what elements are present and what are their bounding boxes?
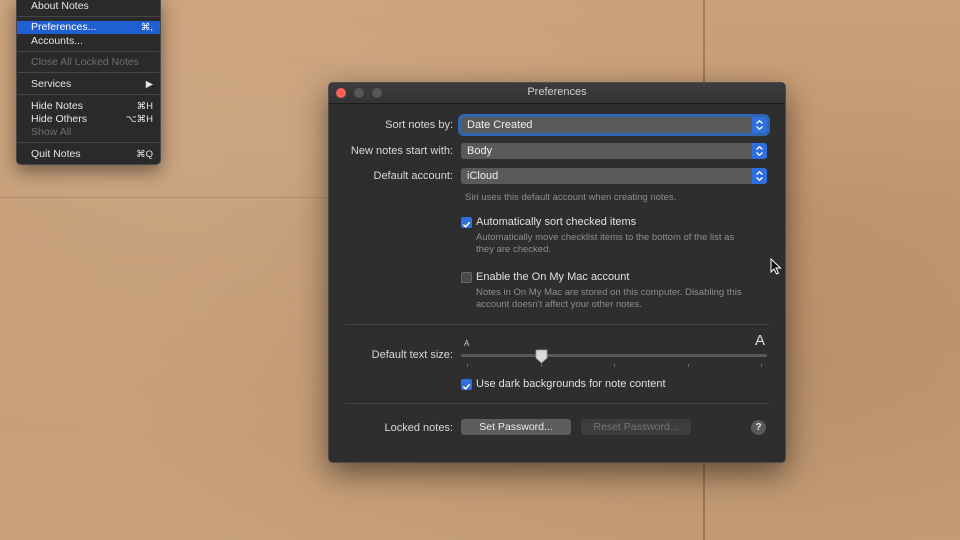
menu-item-quit-notes[interactable]: Quit Notes ⌘Q <box>17 148 160 161</box>
text-size-slider-knob[interactable] <box>535 349 548 369</box>
menu-item-services[interactable]: Services ▶ <box>17 78 160 91</box>
new-notes-label: New notes start with: <box>350 145 453 157</box>
default-account-popup[interactable]: iCloud <box>461 168 767 184</box>
checkmark-icon <box>462 221 471 228</box>
menu-item-label: Hide Notes <box>31 100 83 112</box>
auto-sort-hint-line: Automatically move checklist items to th… <box>476 232 735 243</box>
menu-shortcut: ⌘Q <box>136 149 153 160</box>
on-my-mac-hint: Notes in On My Mac are stored on this co… <box>476 287 742 310</box>
title-bar[interactable]: Preferences <box>329 83 785 104</box>
locked-notes-label: Locked notes: <box>384 422 454 434</box>
auto-sort-hint: Automatically move checklist items to th… <box>476 232 734 255</box>
menu-item-hide-others[interactable]: Hide Others ⌥⌘H <box>17 113 160 126</box>
slider-tick <box>687 364 689 367</box>
menu-item-accounts[interactable]: Accounts... <box>17 35 160 48</box>
menu-item-label: Quit Notes <box>31 148 81 160</box>
set-password-button[interactable]: Set Password... <box>461 419 571 435</box>
slider-tick <box>614 364 615 367</box>
menu-item-label: Hide Others <box>31 113 88 125</box>
window-title: Preferences <box>527 86 587 98</box>
on-my-mac-hint-line: Notes in On My Mac are stored on this co… <box>476 287 742 298</box>
menu-item-preferences[interactable]: Preferences... ⌘, <box>17 21 160 34</box>
menu-item-label: Close All Locked Notes <box>31 56 139 68</box>
menu-item-label: Services <box>31 78 72 90</box>
on-my-mac-checkbox[interactable] <box>461 272 472 283</box>
reset-password-button: Reset Password... <box>581 419 691 435</box>
submenu-arrow-icon: ▶ <box>145 79 153 90</box>
slider-tick <box>467 364 468 367</box>
menu-item-label: Show All <box>31 126 72 138</box>
default-account-hint: Siri uses this default account when crea… <box>465 192 677 203</box>
new-notes-value: Body <box>467 145 493 157</box>
menu-separator <box>18 142 159 143</box>
mouse-pointer-icon <box>770 257 782 280</box>
chevron-up-down-icon <box>752 168 767 184</box>
help-button[interactable]: ? <box>751 420 766 435</box>
menu-item-label: Accounts... <box>31 35 83 47</box>
new-notes-popup[interactable]: Body <box>461 143 767 159</box>
auto-sort-hint-line: they are checked. <box>476 243 551 255</box>
auto-sort-label[interactable]: Automatically sort checked items <box>476 216 636 228</box>
menu-separator <box>18 16 159 17</box>
menu-item-label: About Notes <box>31 0 89 12</box>
menu-item-about-notes[interactable]: About Notes <box>17 0 160 13</box>
sort-notes-popup[interactable]: Date Created <box>461 117 767 133</box>
menu-shortcut: ⌘H <box>136 101 153 112</box>
dark-background-label[interactable]: Use dark backgrounds for note content <box>476 378 666 390</box>
paper-crease <box>0 197 330 198</box>
menu-item-hide-notes[interactable]: Hide Notes ⌘H <box>17 100 160 113</box>
sort-notes-value: Date Created <box>467 119 533 131</box>
menu-separator <box>18 72 159 73</box>
menu-separator <box>18 94 159 95</box>
on-my-mac-label[interactable]: Enable the On My Mac account <box>476 271 629 283</box>
menu-shortcut: ⌘, <box>140 22 153 33</box>
section-divider <box>345 324 769 325</box>
default-account-value: iCloud <box>467 170 499 182</box>
text-size-label: Default text size: <box>371 349 453 361</box>
text-size-slider-track[interactable] <box>461 354 767 357</box>
menu-separator <box>18 51 159 52</box>
chevron-up-down-icon <box>752 117 767 133</box>
auto-sort-checkbox[interactable] <box>461 217 472 228</box>
text-size-small-indicator: A <box>464 339 470 348</box>
on-my-mac-hint-line: account doesn't affect your other notes. <box>476 298 642 310</box>
slider-tick <box>761 364 762 367</box>
sort-notes-label: Sort notes by: <box>385 119 453 131</box>
checkmark-icon <box>462 383 471 390</box>
menu-shortcut: ⌥⌘H <box>125 114 153 125</box>
menu-item-close-all-locked-notes: Close All Locked Notes <box>17 56 160 69</box>
section-divider <box>345 403 769 404</box>
default-account-label: Default account: <box>373 170 454 182</box>
text-size-large-indicator: A <box>755 332 766 349</box>
notes-app-menu: About Notes Preferences... ⌘, Accounts..… <box>16 0 161 165</box>
preferences-window: Preferences Sort notes by: Date Created … <box>328 82 786 463</box>
menu-item-label: Preferences... <box>31 21 97 33</box>
dark-background-checkbox[interactable] <box>461 379 472 390</box>
menu-item-show-all: Show All <box>17 126 160 139</box>
chevron-up-down-icon <box>752 143 767 159</box>
